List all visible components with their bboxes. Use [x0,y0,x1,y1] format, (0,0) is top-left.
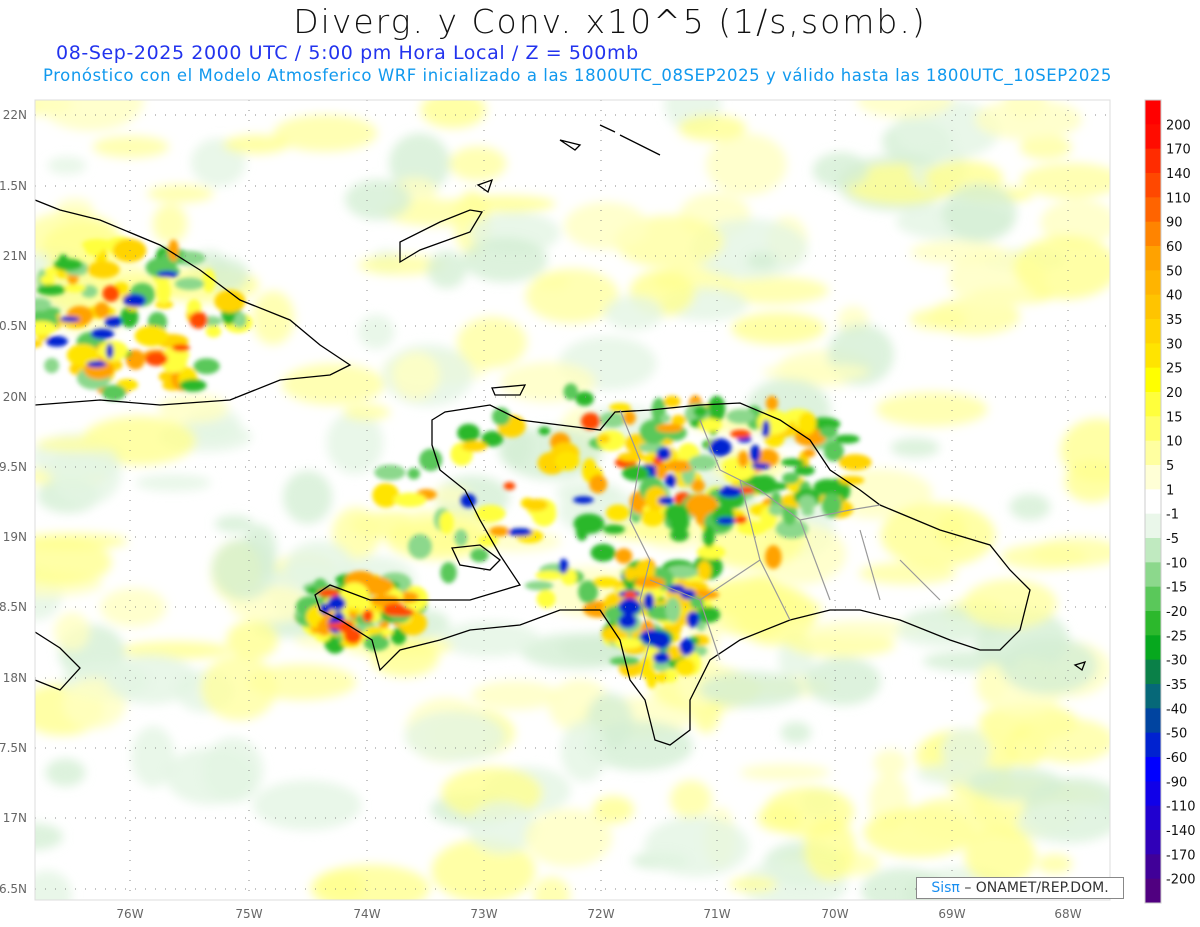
colorbar-swatch [1145,854,1161,880]
lon-label: 74W [353,907,380,921]
lat-label: 0.5N [0,319,27,333]
lat-label: 18N [3,671,27,685]
colorbar-swatch [1145,805,1161,831]
colorbar-label: 10 [1166,435,1183,450]
colorbar-swatch [1145,684,1161,709]
lon-label: 72W [587,907,614,921]
colorbar-label: -35 [1166,678,1187,693]
chart-title: Diverg. y Conv. x10^5 (1/s,somb.) [293,2,927,41]
colorbar-label: 1 [1166,483,1174,498]
colorbar-label: 30 [1166,337,1183,352]
model-description: Pronóstico con el Modelo Atmosferico WRF… [43,66,1112,85]
lat-label: 20N [3,390,27,404]
lat-label: 6.5N [0,882,27,896]
lat-label: 8.5N [0,600,27,614]
colorbar-label: 140 [1166,167,1191,182]
colorbar-swatch [1145,246,1161,271]
colorbar-swatch [1145,124,1161,150]
colorbar-swatch [1145,513,1161,539]
colorbar-swatch [1145,343,1161,369]
colorbar-swatch [1145,100,1161,125]
colorbar-swatch [1145,294,1161,320]
colorbar-label: -60 [1166,751,1187,766]
lat-label: 9.5N [0,460,27,474]
colorbar-label: 5 [1166,459,1174,474]
colorbar-label: -25 [1166,629,1187,644]
lon-label: 73W [470,907,497,921]
lat-label: 19N [3,530,27,544]
colorbar-swatch [1145,586,1161,612]
colorbar-label: -170 [1166,848,1196,863]
lon-label: 68W [1054,907,1081,921]
colorbar-label: -1 [1166,508,1179,523]
colorbar-label: -5 [1166,532,1179,547]
colorbar-label: 25 [1166,362,1183,377]
valid-time-subtitle: 08-Sep-2025 2000 UTC / 5:00 pm Hora Loca… [56,42,639,64]
colorbar-swatch [1145,830,1161,855]
colorbar-swatch [1145,732,1161,758]
colorbar-label: -140 [1166,824,1196,839]
colorbar-swatch [1145,319,1161,344]
colorbar-swatch [1145,367,1161,393]
lon-label: 75W [235,907,262,921]
lon-label: 71W [703,907,730,921]
colorbar: 200 170 140 110 90 60 50 40 35 30 25 20 15 10 5 1 -1 -5 -1… [1144,99,1196,904]
sispi-logo: Sisπ [931,880,960,896]
colorbar-swatch [1145,708,1161,734]
colorbar-label: -200 [1166,873,1196,888]
colorbar-label: -50 [1166,727,1187,742]
colorbar-label: -30 [1166,654,1187,669]
colorbar-swatch [1145,465,1161,490]
lat-label: 17N [3,811,27,825]
colorbar-label: 15 [1166,410,1183,425]
credit-box: Sisπ – ONAMET/REP.DOM. [916,877,1124,899]
colorbar-swatch [1145,416,1161,442]
colorbar-swatch [1145,781,1161,807]
colorbar-label: -40 [1166,702,1187,717]
colorbar-swatch [1145,197,1161,223]
colorbar-label: 35 [1166,313,1183,328]
divergence-map: 76W 75W 74W 73W 72W 71W 70W 69W 68W 22N 1.5N 21N 0.5… [0,99,1196,921]
colorbar-label: -110 [1166,800,1196,815]
lat-label: 1.5N [0,179,27,193]
colorbar-label: 50 [1166,264,1183,279]
colorbar-label: 60 [1166,240,1183,255]
colorbar-swatch [1145,611,1161,636]
colorbar-swatch [1145,538,1161,563]
lat-label: 7.5N [0,741,27,755]
colorbar-swatch [1145,878,1161,904]
colorbar-label: 170 [1166,143,1191,158]
lon-label: 76W [116,907,143,921]
colorbar-label: 200 [1166,118,1191,133]
colorbar-swatch [1145,440,1161,466]
colorbar-label: -10 [1166,556,1187,571]
colorbar-swatch [1145,221,1161,247]
colorbar-swatch [1145,392,1161,417]
colorbar-swatch [1145,489,1161,515]
colorbar-label: 20 [1166,386,1183,401]
lon-label: 69W [938,907,965,921]
colorbar-label: 90 [1166,216,1183,231]
lat-label: 21N [3,249,27,263]
colorbar-swatch [1145,562,1161,588]
colorbar-swatch [1145,757,1161,782]
credit-text: – ONAMET/REP.DOM. [964,880,1109,896]
lon-label: 70W [821,907,848,921]
colorbar-label: 110 [1166,191,1191,206]
colorbar-label: 40 [1166,289,1183,304]
colorbar-label: -15 [1166,581,1187,596]
colorbar-label: -90 [1166,775,1187,790]
colorbar-swatch [1145,148,1161,174]
colorbar-swatch [1145,635,1161,661]
colorbar-swatch [1145,270,1161,296]
lat-label: 22N [3,108,27,122]
colorbar-swatch [1145,173,1161,198]
colorbar-swatch [1145,659,1161,685]
colorbar-label: -20 [1166,605,1187,620]
